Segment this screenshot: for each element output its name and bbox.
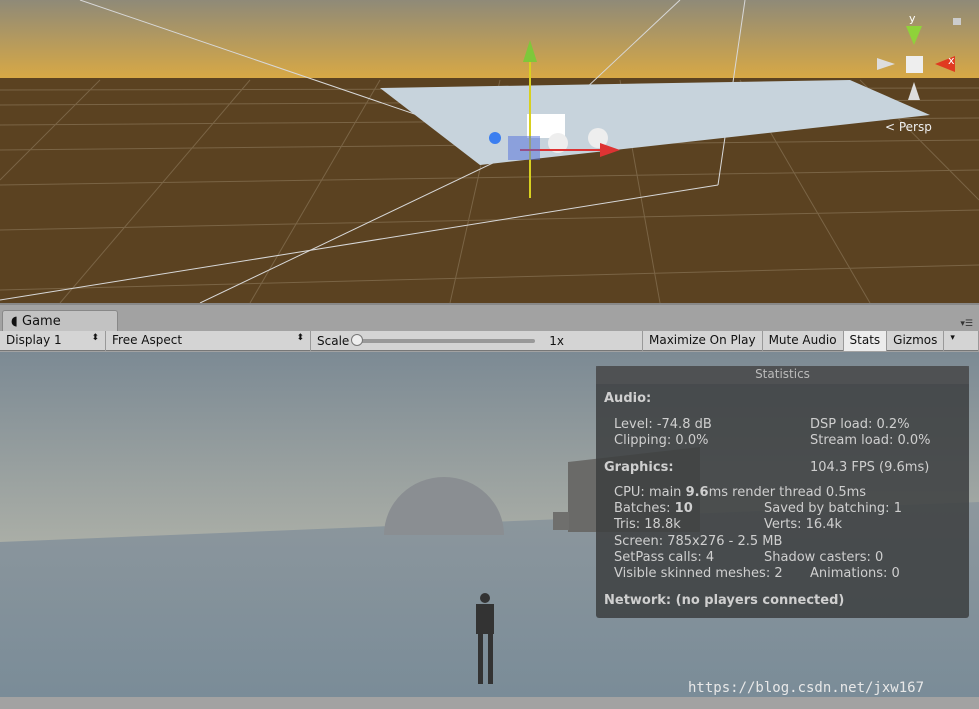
shadow-casters: Shadow casters: 0	[764, 550, 884, 565]
scale-slider[interactable]	[351, 334, 536, 346]
audio-level: Level: -74.8 dB	[614, 417, 712, 432]
clipping: Clipping: 0.0%	[614, 433, 709, 448]
projection-toggle[interactable]: < Persp	[885, 120, 932, 134]
stats-toggle[interactable]: Stats	[843, 331, 888, 351]
aspect-dropdown[interactable]: Free Aspect ⬍	[106, 331, 311, 351]
stream-load: Stream load: 0.0%	[810, 433, 931, 448]
fps: 104.3 FPS (9.6ms)	[810, 460, 930, 475]
scale-label: Scale	[317, 334, 350, 348]
scene-view[interactable]: y x	[0, 0, 979, 303]
tris: Tris: 18.8k	[614, 517, 681, 532]
setpass-calls: SetPass calls: 4	[614, 550, 715, 565]
batches: Batches: 10	[614, 501, 693, 516]
screen: Screen: 785x276 - 2.5 MB	[614, 534, 783, 549]
pacman-icon: ◖	[11, 314, 18, 329]
maximize-on-play-toggle[interactable]: Maximize On Play	[643, 331, 763, 351]
scale-slider-thumb[interactable]	[351, 334, 364, 346]
saved-by-batching: Saved by batching: 1	[764, 501, 902, 516]
game-toolbar: Display 1 ⬍ Free Aspect ⬍ Scale 1x Maximiz…	[0, 331, 979, 351]
bottom-bar	[0, 697, 979, 709]
gizmos-toggle[interactable]: Gizmos	[887, 331, 945, 351]
animations: Animations: 0	[810, 566, 900, 581]
x-axis-label: x	[948, 54, 955, 67]
tab-label: Game	[22, 314, 61, 329]
display-dropdown[interactable]: Display 1 ⬍	[0, 331, 106, 351]
menu-icon[interactable]: ▾☰	[960, 319, 973, 329]
network-status: Network: (no players connected)	[604, 593, 845, 608]
statistics-panel: Statistics Audio: Level: -74.8 dB DSP lo…	[596, 366, 969, 618]
visible-skinned-meshes: Visible skinned meshes: 2	[614, 566, 783, 581]
tab-bar: ◖ Game ▾☰	[0, 303, 979, 334]
audio-header: Audio:	[604, 391, 652, 406]
lock-icon[interactable]	[953, 18, 961, 25]
scale-value: 1x	[549, 334, 565, 348]
verts: Verts: 16.4k	[764, 517, 843, 532]
gizmos-dropdown-arrow[interactable]: ▾	[944, 331, 979, 351]
scale-control: Scale 1x	[311, 331, 643, 351]
watermark: https://blog.csdn.net/jxw167	[688, 680, 925, 696]
cpu-stats: CPU: main 9.6ms render thread 0.5ms	[614, 485, 867, 500]
dsp-load: DSP load: 0.2%	[810, 417, 910, 432]
y-axis-label: y	[909, 12, 916, 25]
mute-audio-toggle[interactable]: Mute Audio	[763, 331, 844, 351]
graphics-header: Graphics:	[604, 460, 674, 475]
statistics-title: Statistics	[596, 366, 969, 384]
